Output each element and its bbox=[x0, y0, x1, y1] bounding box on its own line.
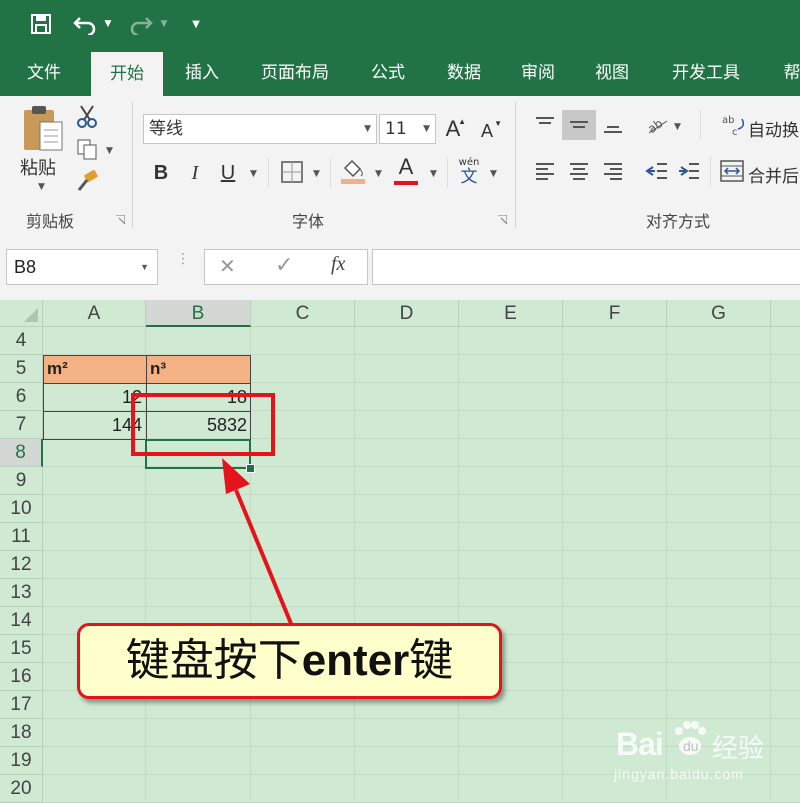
baidu-watermark: Bai du 经验 jingyan.baidu.com bbox=[610, 712, 790, 792]
paw-icon: du bbox=[675, 721, 706, 755]
instruction-callout: 键盘按下enter键 bbox=[77, 623, 502, 699]
watermark-url: jingyan.baidu.com bbox=[614, 766, 744, 782]
watermark-brand: Bai bbox=[616, 726, 664, 762]
watermark-brand-cn: 经验 bbox=[712, 734, 765, 764]
svg-text:du: du bbox=[683, 738, 699, 754]
